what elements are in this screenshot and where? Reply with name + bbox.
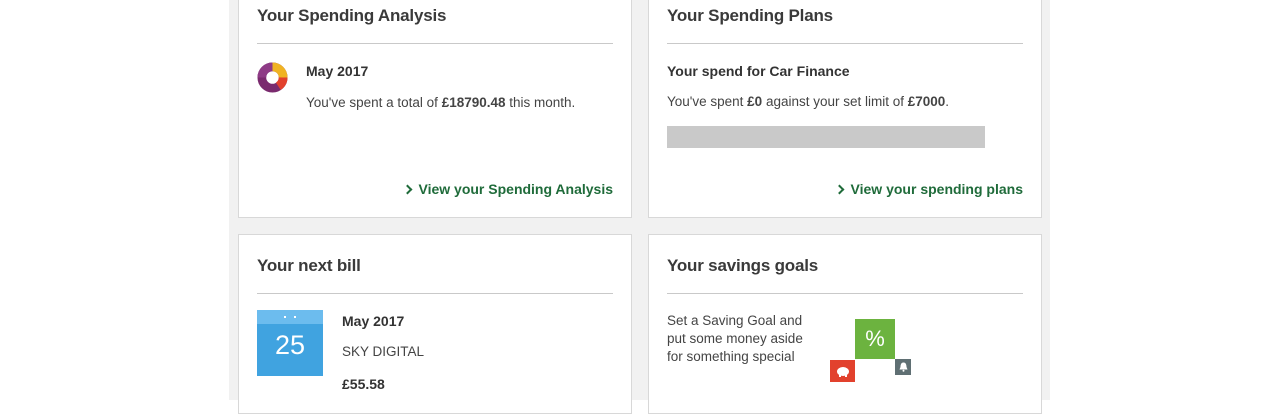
bill-payee: SKY DIGITAL [342,344,425,359]
plan-summary: You've spent £0 against your set limit o… [667,94,949,109]
bell-icon [895,359,911,375]
calendar-icon: 25 [257,310,323,376]
spending-analysis-card: Your Spending Analysis May 2017 You've s… [238,0,632,218]
donut-chart-icon [257,62,288,93]
link-label: View your Spending Analysis [418,181,614,197]
summary-suffix: this month. [505,95,576,110]
total-amount: £18790.48 [441,95,506,110]
spending-plans-card: Your Spending Plans Your spend for Car F… [648,0,1042,218]
bill-amount: £55.58 [342,376,385,392]
chevron-right-icon [834,184,844,194]
analysis-summary: You've spent a total of £18790.48 this m… [306,95,575,110]
summary-prefix: You've spent [667,94,748,109]
summary-middle: against your set limit of [762,94,908,109]
calendar-header [257,310,323,324]
summary-suffix: . [945,94,950,109]
spent-amount: £0 [747,94,763,109]
analysis-period: May 2017 [306,63,369,79]
bill-period: May 2017 [342,313,405,329]
plan-heading: Your spend for Car Finance [667,63,850,79]
divider [667,43,1023,44]
percent-icon: % [855,319,895,359]
savings-description: Set a Saving Goal and put some money asi… [667,313,803,364]
view-spending-analysis-link[interactable]: View your Spending Analysis [402,181,614,197]
card-title: Your Spending Plans [667,6,833,25]
divider [257,43,613,44]
next-bill-card: Your next bill 25 May 2017 SKY DIGITAL £… [238,234,632,414]
card-title: Your Spending Analysis [257,6,447,25]
savings-goals-card: Your savings goals Set a Saving Goal and… [648,234,1042,414]
piggy-bank-icon [830,360,855,382]
spending-progress-bar [667,126,985,148]
divider [667,293,1023,294]
limit-amount: £7000 [907,94,946,109]
divider [257,293,613,294]
card-title: Your savings goals [667,256,819,275]
card-title: Your next bill [257,256,361,275]
chevron-right-icon [402,184,412,194]
view-spending-plans-link[interactable]: View your spending plans [834,181,1023,197]
link-label: View your spending plans [850,181,1023,197]
summary-prefix: You've spent a total of [306,95,442,110]
bill-day: 25 [274,330,306,360]
